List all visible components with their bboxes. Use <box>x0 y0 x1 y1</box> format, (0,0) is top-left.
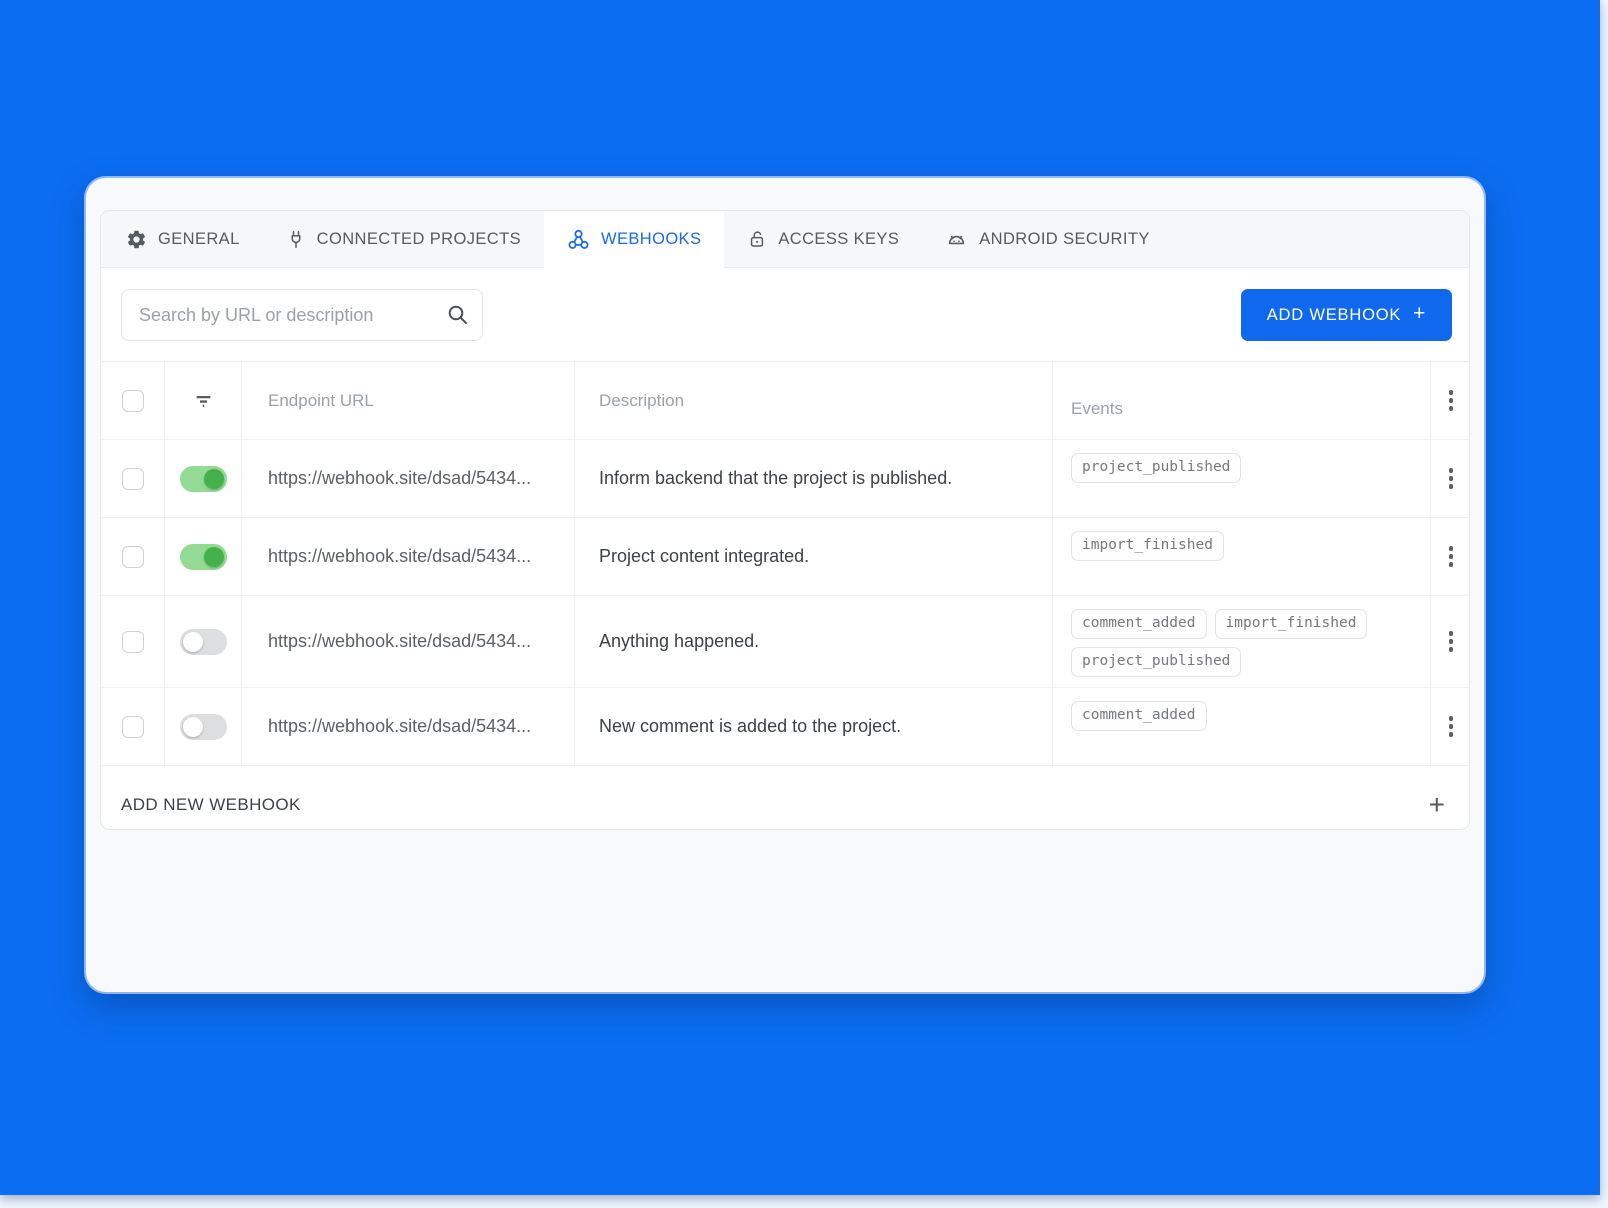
tab-label: GENERAL <box>158 229 240 248</box>
tab-bar: GENERAL CONNECTED PROJECTS WEBHOOKS ACCE… <box>101 211 1469 268</box>
description-text: New comment is added to the project. <box>599 716 902 737</box>
add-webhook-button[interactable]: ADD WEBHOOK + <box>1241 289 1452 341</box>
row-checkbox[interactable] <box>121 630 144 653</box>
tab-android-security[interactable]: ANDROID SECURITY <box>922 211 1173 267</box>
tab-webhooks[interactable]: WEBHOOKS <box>543 211 725 268</box>
row-checkbox[interactable] <box>121 467 144 490</box>
toggle-knob <box>203 468 224 489</box>
table-row: https://webhook.site/dsad/5434... New co… <box>101 688 1469 767</box>
row-checkbox[interactable] <box>121 715 144 738</box>
add-webhook-label: ADD WEBHOOK <box>1266 305 1402 324</box>
toggle-knob <box>203 546 224 567</box>
row-menu-kebab-icon[interactable] <box>1443 625 1460 658</box>
webhooks-panel: GENERAL CONNECTED PROJECTS WEBHOOKS ACCE… <box>100 210 1470 830</box>
table-header-row: Endpoint URL Description Events <box>101 362 1469 440</box>
table-row: https://webhook.site/dsad/5434... Inform… <box>101 440 1469 518</box>
gear-icon <box>127 230 146 248</box>
tab-label: CONNECTED PROJECTS <box>316 229 521 248</box>
search-input[interactable] <box>121 289 483 341</box>
toolbar: ADD WEBHOOK + <box>101 268 1469 361</box>
row-menu-kebab-icon[interactable] <box>1443 710 1460 743</box>
endpoint-url-text: https://webhook.site/dsad/5434... <box>268 468 532 488</box>
enabled-toggle[interactable] <box>179 713 227 740</box>
plus-icon: + <box>1428 789 1445 821</box>
column-header-endpoint-url: Endpoint URL <box>268 390 374 410</box>
endpoint-url-text: https://webhook.site/dsad/5434... <box>268 631 532 652</box>
desktop-background: GENERAL CONNECTED PROJECTS WEBHOOKS ACCE… <box>0 0 1600 1195</box>
add-new-webhook-label: ADD NEW WEBHOOK <box>121 795 301 815</box>
enabled-toggle[interactable] <box>179 543 227 570</box>
table-body: https://webhook.site/dsad/5434... Inform… <box>101 440 1469 767</box>
tab-label: ANDROID SECURITY <box>979 229 1150 248</box>
event-chip: project_published <box>1071 453 1242 484</box>
tab-label: ACCESS KEYS <box>778 229 900 248</box>
settings-card: GENERAL CONNECTED PROJECTS WEBHOOKS ACCE… <box>86 178 1484 992</box>
search-box <box>121 289 483 341</box>
event-chip: comment_added <box>1071 701 1207 732</box>
tab-label: WEBHOOKS <box>600 230 702 248</box>
column-header-description: Description <box>599 390 685 410</box>
events-cell: comment_added <box>1053 688 1431 766</box>
row-checkbox[interactable] <box>121 545 144 568</box>
select-all-checkbox[interactable] <box>121 389 144 412</box>
event-chip: import_finished <box>1071 531 1224 562</box>
tab-access-keys[interactable]: ACCESS KEYS <box>724 211 922 267</box>
endpoint-url-text: https://webhook.site/dsad/5434... <box>268 716 532 737</box>
webhooks-table: Endpoint URL Description Events https://… <box>101 361 1469 829</box>
lock-open-icon <box>751 230 764 247</box>
plus-icon: + <box>1413 302 1427 325</box>
event-chip: comment_added <box>1071 609 1207 640</box>
android-icon <box>949 235 965 245</box>
enabled-toggle[interactable] <box>179 628 227 655</box>
row-menu-kebab-icon[interactable] <box>1443 540 1460 573</box>
toggle-knob <box>182 631 203 652</box>
event-chip: project_published <box>1071 647 1242 678</box>
description-text: Inform backend that the project is publi… <box>599 468 953 488</box>
events-cell: comment_added import_finished project_publ… <box>1053 596 1431 688</box>
description-text: Project content integrated. <box>599 546 810 566</box>
description-text: Anything happened. <box>599 631 760 652</box>
tab-general[interactable]: GENERAL <box>103 211 263 267</box>
event-chip: import_finished <box>1214 609 1368 640</box>
plug-icon <box>291 230 301 248</box>
table-row: https://webhook.site/dsad/5434... Projec… <box>101 518 1469 596</box>
table-menu-kebab-icon[interactable] <box>1443 384 1460 417</box>
events-cell: import_finished <box>1053 518 1431 595</box>
column-header-events: Events <box>1071 399 1123 418</box>
filter-icon[interactable] <box>193 390 214 411</box>
add-new-webhook-row[interactable]: ADD NEW WEBHOOK + <box>101 766 1469 829</box>
toggle-knob <box>182 716 203 737</box>
events-cell: project_published <box>1053 440 1431 517</box>
webhook-icon <box>568 229 589 249</box>
tab-connected-projects[interactable]: CONNECTED PROJECTS <box>263 211 544 267</box>
row-menu-kebab-icon[interactable] <box>1443 462 1460 495</box>
table-row: https://webhook.site/dsad/5434... Anythi… <box>101 596 1469 689</box>
search-icon[interactable] <box>446 303 470 327</box>
enabled-toggle[interactable] <box>179 465 227 492</box>
endpoint-url-text: https://webhook.site/dsad/5434... <box>268 546 532 566</box>
